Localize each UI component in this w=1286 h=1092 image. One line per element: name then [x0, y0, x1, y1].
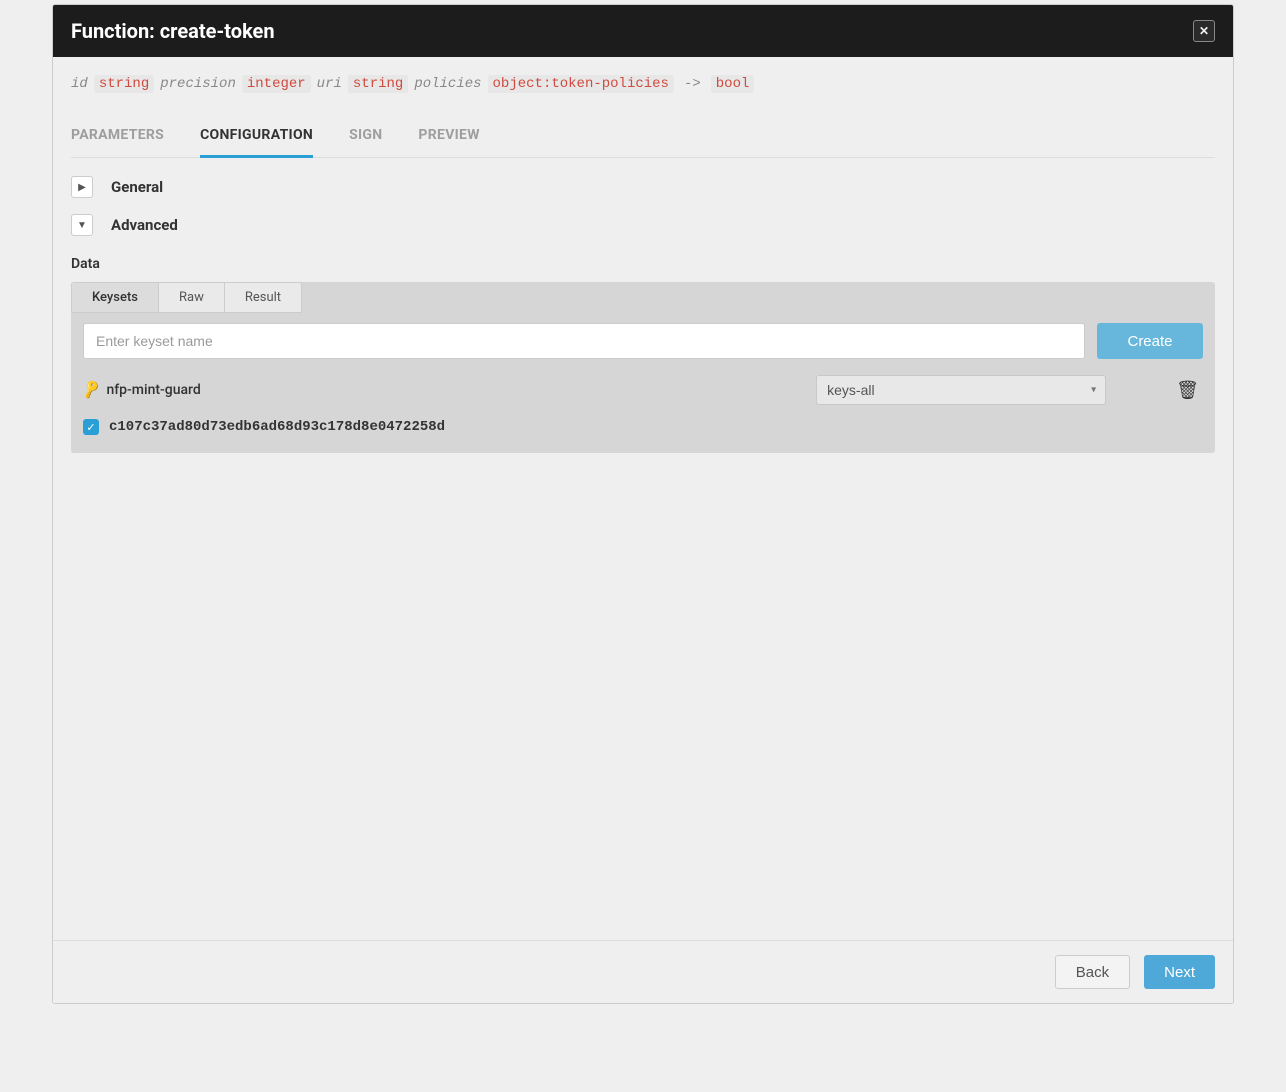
param-type: string	[94, 75, 154, 93]
function-modal: Function: create-token ✕ id string preci…	[52, 4, 1234, 1004]
delete-keyset-button[interactable]: 🗑	[1176, 380, 1199, 401]
main-tabs: PARAMETERS CONFIGURATION SIGN PREVIEW	[71, 127, 1215, 158]
create-keyset-button[interactable]: Create	[1097, 323, 1203, 359]
predicate-select[interactable]	[816, 375, 1106, 405]
param-name: uri	[317, 76, 342, 92]
section-title-advanced: Advanced	[111, 216, 178, 234]
keyset-name-label: 🔑 nfp-mint-guard	[83, 382, 201, 398]
modal-body: id string precision integer uri string p…	[53, 57, 1233, 940]
section-advanced: ▼ Advanced	[71, 214, 1215, 236]
arrow: ->	[680, 76, 705, 92]
key-entry: ✓ c107c37ad80d73edb6ad68d93c178d8e047225…	[71, 411, 1215, 435]
return-type: bool	[711, 75, 755, 93]
chevron-down-icon: ▼	[77, 220, 87, 231]
disclosure-advanced[interactable]: ▼	[71, 214, 93, 236]
function-signature: id string precision integer uri string p…	[71, 75, 1215, 93]
disclosure-general[interactable]: ▶	[71, 176, 93, 198]
param-type: integer	[242, 75, 311, 93]
modal-title: Function: create-token	[71, 19, 275, 43]
param-name: precision	[160, 76, 236, 92]
key-hash: c107c37ad80d73edb6ad68d93c178d8e0472258d	[109, 419, 445, 435]
tab-configuration[interactable]: CONFIGURATION	[200, 127, 313, 158]
back-button[interactable]: Back	[1055, 955, 1130, 989]
next-button[interactable]: Next	[1144, 955, 1215, 989]
param-type: object:token-policies	[488, 75, 674, 93]
data-subtabs: Keysets Raw Result	[71, 282, 302, 313]
keyset-create-bar: Create	[71, 313, 1215, 369]
close-button[interactable]: ✕	[1193, 20, 1215, 42]
close-icon: ✕	[1199, 24, 1209, 38]
section-general: ▶ General	[71, 176, 1215, 198]
trash-icon: 🗑	[1176, 380, 1199, 401]
param-name: id	[71, 76, 88, 92]
tab-parameters[interactable]: PARAMETERS	[71, 127, 164, 157]
modal-header: Function: create-token ✕	[53, 5, 1233, 57]
data-panel: Keysets Raw Result Create 🔑 nfp-mint-gua…	[71, 282, 1215, 453]
param-type: string	[348, 75, 408, 93]
tab-sign[interactable]: SIGN	[349, 127, 382, 157]
section-title-general: General	[111, 178, 163, 196]
key-checkbox[interactable]: ✓	[83, 419, 99, 435]
check-icon: ✓	[86, 421, 95, 434]
param-name: policies	[414, 76, 481, 92]
key-icon: 🔑	[81, 380, 103, 401]
keyset-name-text: nfp-mint-guard	[106, 382, 200, 398]
keyset-row: 🔑 nfp-mint-guard 🗑	[71, 369, 1215, 411]
keyset-name-input[interactable]	[83, 323, 1085, 359]
subtab-raw[interactable]: Raw	[159, 283, 225, 312]
data-label: Data	[71, 256, 1215, 272]
subtab-result[interactable]: Result	[225, 283, 301, 312]
chevron-right-icon: ▶	[78, 182, 86, 193]
subtab-keysets[interactable]: Keysets	[72, 283, 159, 312]
tab-preview[interactable]: PREVIEW	[418, 127, 479, 157]
modal-footer: Back Next	[53, 940, 1233, 1003]
predicate-select-wrap	[816, 375, 1106, 405]
